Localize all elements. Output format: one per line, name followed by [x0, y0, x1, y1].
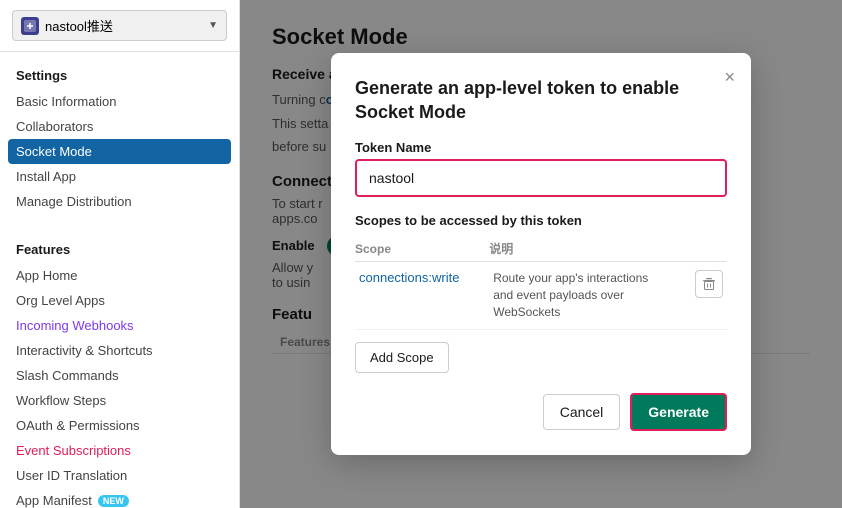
scopes-title: Scopes to be accessed by this token: [355, 213, 727, 228]
sidebar-item-interactivity[interactable]: Interactivity & Shortcuts: [0, 338, 239, 363]
chevron-down-icon: ▼: [208, 20, 218, 31]
app-icon: [21, 17, 39, 35]
generate-button[interactable]: Generate: [630, 393, 727, 431]
token-name-input[interactable]: [359, 163, 723, 193]
features-section: Features App Home Org Level Apps Incomin…: [0, 226, 239, 508]
app-selector[interactable]: nastool推送 ▼: [12, 10, 227, 41]
modal-dialog: × Generate an app-level token to enableS…: [331, 53, 751, 454]
sidebar-item-user-id-translation[interactable]: User ID Translation: [0, 463, 239, 488]
sidebar-item-slash-commands[interactable]: Slash Commands: [0, 363, 239, 388]
new-badge: NEW: [98, 495, 129, 507]
sidebar-header: nastool推送 ▼: [0, 0, 239, 52]
sidebar-item-manage-distribution[interactable]: Manage Distribution: [0, 189, 239, 214]
sidebar-item-event-subscriptions[interactable]: Event Subscriptions: [0, 438, 239, 463]
scopes-table: Scope 说明 connections:write Route your ap…: [355, 236, 727, 329]
scope-row: connections:write Route your app's inter…: [355, 262, 727, 329]
features-title: Features: [0, 238, 239, 263]
scope-description: Route your app's interactionsand event p…: [493, 271, 648, 319]
main-content: Socket Mode Receive app payloads via Web…: [240, 0, 842, 508]
scopes-col-desc: 说明: [489, 236, 691, 262]
modal-title: Generate an app-level token to enableSoc…: [355, 77, 727, 124]
sidebar-item-incoming-webhooks[interactable]: Incoming Webhooks: [0, 313, 239, 338]
sidebar: nastool推送 ▼ Settings Basic Information C…: [0, 0, 240, 508]
sidebar-item-app-manifest[interactable]: App Manifest NEW: [0, 488, 239, 508]
sidebar-item-workflow-steps[interactable]: Workflow Steps: [0, 388, 239, 413]
settings-section: Settings Basic Information Collaborators…: [0, 52, 239, 226]
scope-delete-button[interactable]: [695, 270, 723, 298]
modal-overlay: × Generate an app-level token to enableS…: [240, 0, 842, 508]
sidebar-item-app-home[interactable]: App Home: [0, 263, 239, 288]
settings-title: Settings: [0, 64, 239, 89]
modal-footer: Cancel Generate: [355, 393, 727, 431]
token-name-label: Token Name: [355, 140, 727, 155]
sidebar-item-install-app[interactable]: Install App: [0, 164, 239, 189]
sidebar-item-basic-information[interactable]: Basic Information: [0, 89, 239, 114]
app-name: nastool推送: [45, 16, 202, 35]
sidebar-item-socket-mode[interactable]: Socket Mode: [8, 139, 231, 164]
token-name-field-wrapper: [355, 159, 727, 197]
modal-close-button[interactable]: ×: [724, 67, 735, 88]
add-scope-button[interactable]: Add Scope: [355, 342, 449, 373]
cancel-button[interactable]: Cancel: [543, 394, 621, 430]
sidebar-item-oauth[interactable]: OAuth & Permissions: [0, 413, 239, 438]
scopes-col-scope: Scope: [355, 236, 489, 262]
scope-link[interactable]: connections:write: [359, 270, 459, 285]
sidebar-item-collaborators[interactable]: Collaborators: [0, 114, 239, 139]
sidebar-item-org-level-apps[interactable]: Org Level Apps: [0, 288, 239, 313]
